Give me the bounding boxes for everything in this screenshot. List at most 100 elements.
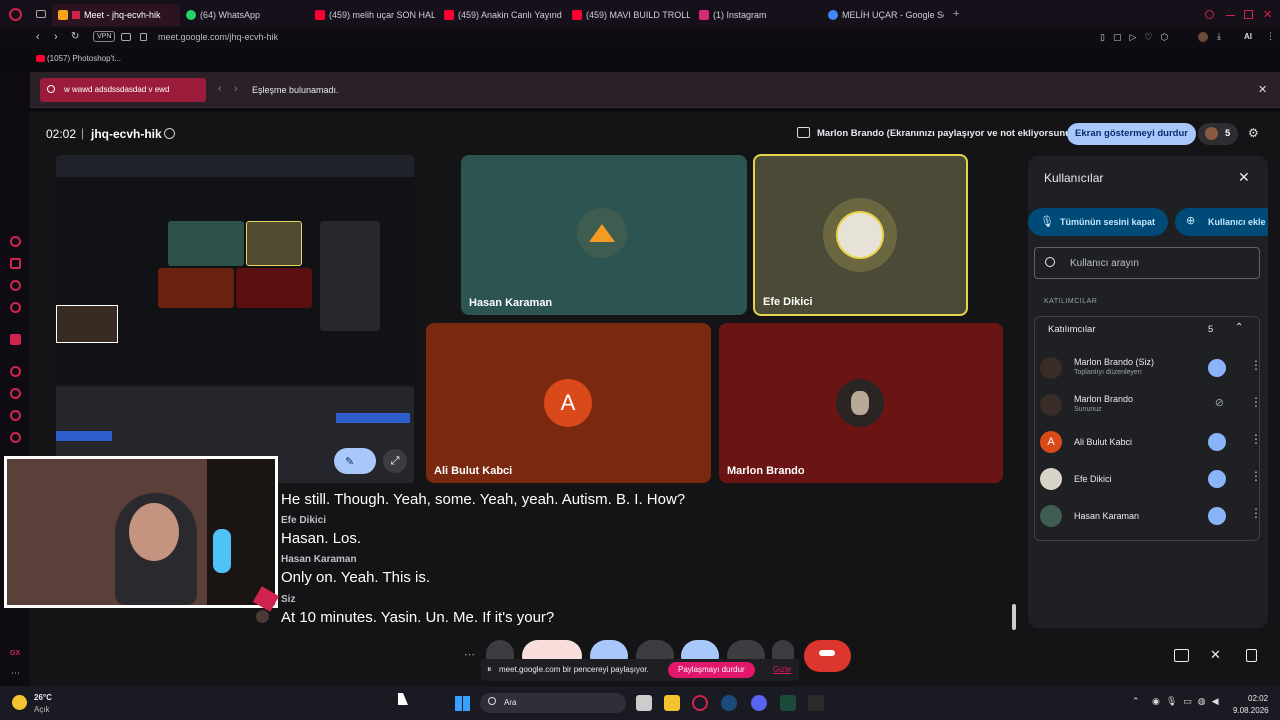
host-controls-icon[interactable]: ⚙ [1248, 126, 1259, 140]
kebab-icon[interactable]: ⋮ [1250, 507, 1262, 521]
minimize-icon[interactable] [1226, 15, 1235, 16]
efe-avatar-ring [823, 198, 897, 272]
player-icon[interactable] [10, 366, 21, 377]
participant-row[interactable]: Marlon Brando Sununuz ⊘ ⋮ [1040, 386, 1262, 422]
group-label[interactable]: Katılımcılar [1048, 324, 1096, 335]
collapse-icon[interactable]: ⌃ [1235, 322, 1243, 333]
tile-name: Hasan Karaman [469, 297, 553, 309]
kebab-icon[interactable]: ⋮ [1250, 396, 1262, 410]
avatar-icon[interactable] [1198, 32, 1208, 42]
ai-button[interactable]: AI [1244, 32, 1252, 41]
bookmark-item[interactable]: (1057) Photoshop't... [47, 54, 121, 63]
participant-row[interactable]: Hasan Karaman ⋮ [1040, 497, 1262, 533]
speaking-icon[interactable] [1208, 470, 1226, 488]
more-options-icon[interactable] [1208, 359, 1226, 377]
address-bar: ‹ › ↻ VPN meet.google.com/jhq-ecvh-hik ▯… [0, 28, 1280, 48]
clock-time[interactable]: 02:02 [1248, 694, 1268, 703]
find-input[interactable]: w wawd adsdssdasdad v ewd [40, 78, 206, 102]
stop-sharing-button[interactable]: Paylaşmayı durdur [668, 662, 755, 678]
tab-youtube-2[interactable]: (459) Anakin Canlı Yayında [444, 4, 562, 26]
forward-icon[interactable]: › [54, 31, 58, 43]
twitch-icon[interactable] [10, 334, 21, 345]
info-icon[interactable] [164, 128, 175, 139]
find-prev-icon[interactable]: ‹ [218, 83, 222, 95]
discord-icon[interactable] [751, 695, 767, 711]
participant-avatar [1040, 394, 1062, 416]
tab-whatsapp[interactable]: (64) WhatsApp [186, 4, 306, 26]
tab-youtube-1[interactable]: (459) melih uçar SON HAL... [315, 4, 435, 26]
tab-meet[interactable]: Meet - jhq-ecvh-hik [52, 4, 180, 26]
menu-icon[interactable]: ⋮ [1266, 31, 1275, 42]
instagram-icon [699, 10, 709, 20]
url-field[interactable]: meet.google.com/jhq-ecvh-hik [158, 32, 278, 42]
tab-google[interactable]: MELİH UÇAR - Google Sea... [828, 4, 944, 26]
chat-icon[interactable] [1174, 649, 1189, 662]
participant-row[interactable]: Marlon Brando (Siz) Toplantıyı düzenleye… [1040, 349, 1262, 385]
leave-call-button[interactable] [804, 640, 851, 672]
mic-off-icon: 🎙 [1040, 216, 1054, 228]
tray-chevron-icon[interactable]: ⌃ [1132, 696, 1140, 707]
more-options-icon[interactable] [1208, 507, 1226, 525]
close-window-icon[interactable]: ✕ [1263, 8, 1272, 21]
search-icon [47, 85, 55, 93]
clock-icon[interactable] [10, 388, 21, 399]
participant-row[interactable]: Efe Dikici ⋮ [1040, 460, 1262, 496]
file-explorer-icon[interactable] [664, 695, 680, 711]
app-icon[interactable] [780, 695, 796, 711]
tab-label: MELİH UÇAR - Google Sea... [842, 10, 944, 20]
gx-icon[interactable]: GX [10, 650, 20, 657]
people-search-input[interactable]: Kullanıcı arayın [1034, 247, 1260, 279]
reload-icon[interactable]: ↻ [71, 31, 79, 42]
workspaces-icon[interactable] [36, 10, 46, 18]
more-options-icon[interactable] [1208, 433, 1226, 451]
browser-logo-icon[interactable] [9, 8, 22, 21]
tile-ali: A Ali Bulut Kabci [426, 323, 711, 483]
whatsapp-sidebar-icon[interactable] [10, 302, 21, 313]
kebab-icon[interactable]: ⋮ [1250, 359, 1262, 373]
task-view-icon[interactable] [636, 695, 652, 711]
tab-youtube-3[interactable]: (459) MAVI BUILD TROLL... [572, 4, 690, 26]
participants-avatar-icon [1205, 127, 1218, 140]
toolbar-icons: ▯▢▷♡⬡ [1100, 32, 1177, 42]
weather-moon-icon [12, 695, 27, 710]
stop-presenting-button[interactable]: Ekran göstermeyi durdur [1067, 123, 1196, 145]
webcam-face [129, 503, 179, 561]
tab-label: Meet - jhq-ecvh-hik [84, 10, 161, 20]
bag-icon[interactable] [10, 258, 21, 269]
weather-temp[interactable]: 26°C [34, 693, 52, 702]
kebab-icon[interactable]: ⋮ [1250, 470, 1262, 484]
meet-favicon-icon [58, 10, 68, 20]
new-tab-button[interactable]: + [953, 8, 959, 20]
settings-icon[interactable] [10, 432, 21, 443]
participant-row[interactable]: A Ali Bulut Kabci ⋮ [1040, 423, 1262, 459]
history-icon[interactable] [10, 236, 21, 247]
camera-icon[interactable] [121, 33, 131, 41]
host-lock-icon[interactable] [1246, 649, 1257, 662]
caption-scrollbar[interactable] [1012, 604, 1016, 630]
kebab-icon[interactable]: ⋮ [1250, 433, 1262, 447]
tray-icons[interactable]: ◉🎙▭◍◀ [1152, 696, 1225, 707]
epic-games-icon[interactable] [808, 695, 824, 711]
close-panel-icon[interactable]: ✕ [1238, 169, 1250, 186]
hide-button[interactable]: Gizle [773, 665, 791, 674]
more-icon[interactable]: ⋯ [11, 668, 20, 679]
participants-chip[interactable] [1198, 123, 1238, 145]
activities-icon[interactable]: ✕ [1210, 647, 1221, 663]
shared-people-panel [320, 221, 380, 331]
annotate-button[interactable] [334, 448, 376, 474]
steam-icon[interactable] [721, 695, 737, 711]
start-button[interactable] [455, 696, 470, 711]
tab-instagram[interactable]: (1) Instagram [699, 4, 817, 26]
expand-icon[interactable]: ⤢ [383, 449, 407, 473]
taskbar-search[interactable] [480, 693, 626, 713]
opera-gx-icon[interactable] [692, 695, 708, 711]
messenger-icon[interactable] [10, 280, 21, 291]
close-find-icon[interactable]: ✕ [1258, 83, 1267, 96]
extensions-icon[interactable] [10, 410, 21, 421]
maximize-icon[interactable] [1244, 10, 1253, 19]
vpn-badge[interactable]: VPN [93, 31, 116, 42]
back-icon[interactable]: ‹ [36, 31, 40, 43]
find-next-icon[interactable]: › [234, 83, 238, 95]
download-icon[interactable]: ⤓ [1217, 31, 1221, 42]
search-tabs-icon[interactable] [1205, 10, 1214, 19]
